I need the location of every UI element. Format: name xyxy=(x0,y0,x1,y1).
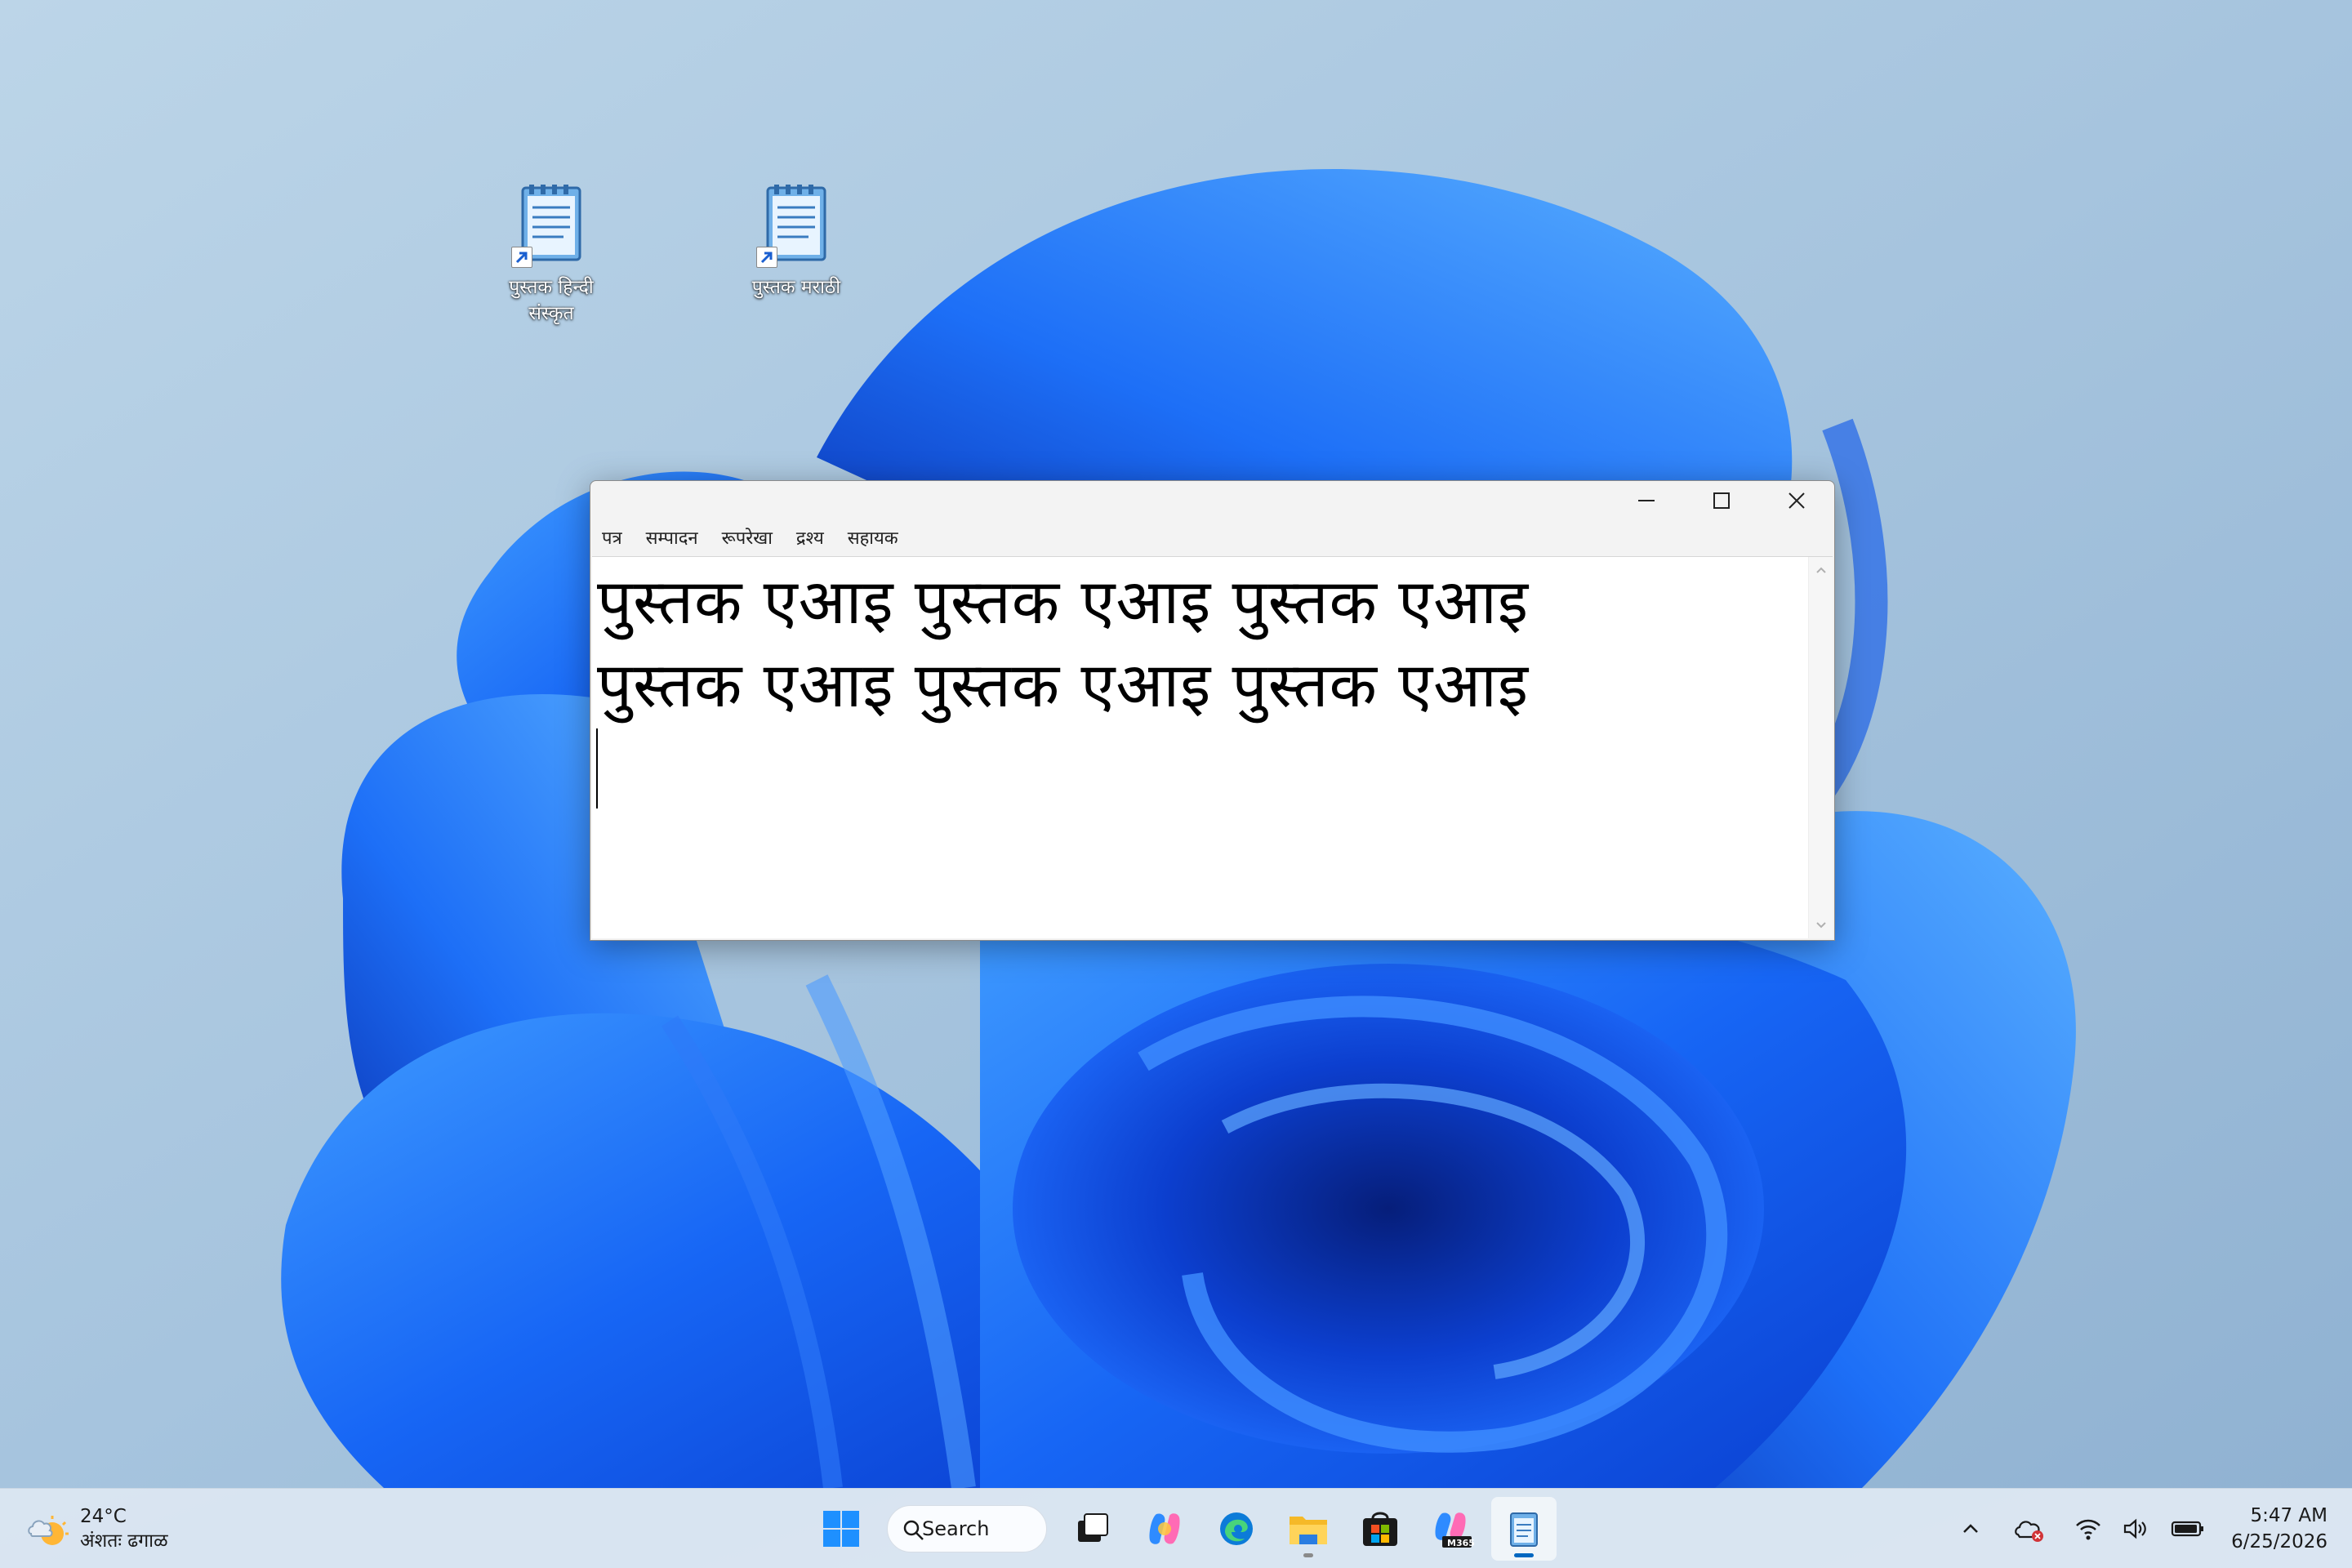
m365-badge: M365 xyxy=(1447,1538,1475,1548)
search-icon xyxy=(903,1520,924,1540)
close-button[interactable] xyxy=(1759,481,1834,520)
network-status[interactable] xyxy=(2068,1508,2109,1549)
task-view-icon xyxy=(1078,1513,1108,1542)
m365-button[interactable]: M365 xyxy=(1419,1497,1485,1561)
notepad-taskbar-button[interactable] xyxy=(1491,1497,1557,1561)
shortcut-arrow-icon xyxy=(511,247,532,268)
volume-icon xyxy=(2123,1518,2146,1539)
clock[interactable]: 5:47 AM 6/25/2026 xyxy=(2231,1503,2328,1555)
desktop-icon-label-line2: संस्कृत xyxy=(528,303,574,324)
start-icon xyxy=(823,1511,859,1547)
scroll-up-icon[interactable] xyxy=(1809,560,1833,580)
menu-bar: पत्र सम्पादन रूपरेखा द्रश्य सहायक xyxy=(590,523,1834,551)
file-explorer-button[interactable] xyxy=(1276,1497,1341,1561)
search-label: Search xyxy=(922,1517,990,1540)
title-bar[interactable] xyxy=(590,481,1834,520)
desktop-icon-label-line1: पुस्तक मराठी xyxy=(751,277,841,298)
editor-line-1: पुस्तक एआइ पुस्तक एआइ पुस्तक एआइ xyxy=(597,565,1530,638)
clock-time: 5:47 AM xyxy=(2250,1505,2328,1526)
battery-icon xyxy=(2171,1521,2204,1537)
store-button[interactable] xyxy=(1348,1497,1413,1561)
desktop-icon-label-line1: पुस्तक हिन्दी xyxy=(509,277,594,298)
desktop-icon-marathi[interactable]: पुस्तक मराठी xyxy=(719,181,874,301)
taskbar: 24°C अंशतः ढगाळ Search M365 5:47 AM 6/25… xyxy=(0,1488,2352,1568)
menu-format[interactable]: रूपरेखा xyxy=(722,523,773,551)
weather-widget[interactable]: 24°C अंशतः ढगाळ xyxy=(24,1500,168,1557)
taskbar-apps: Search M365 xyxy=(808,1497,1563,1561)
minimize-icon xyxy=(1638,500,1655,501)
running-indicator xyxy=(1303,1553,1313,1557)
maximize-button[interactable] xyxy=(1684,481,1759,520)
chevron-up-icon xyxy=(1963,1524,1978,1533)
notepad-icon xyxy=(1510,1512,1538,1547)
start-button[interactable] xyxy=(808,1497,874,1561)
shortcut-arrow-icon xyxy=(756,247,777,268)
taskbar-search[interactable]: Search xyxy=(887,1505,1047,1552)
notepad-window: पत्र सम्पादन रूपरेखा द्रश्य सहायक पुस्तक… xyxy=(590,480,1835,941)
volume-control[interactable] xyxy=(2115,1508,2156,1549)
running-indicator xyxy=(1514,1553,1534,1557)
menu-edit[interactable]: सम्पादन xyxy=(646,523,698,551)
desktop-icon-hindi-sanskrit[interactable]: पुस्तक हिन्दी संस्कृत xyxy=(474,181,629,327)
menu-file[interactable]: पत्र xyxy=(602,523,622,551)
vertical-scrollbar[interactable] xyxy=(1808,557,1833,938)
edge-button[interactable] xyxy=(1204,1497,1269,1561)
file-explorer-icon xyxy=(1290,1517,1327,1544)
notepad-shortcut-icon xyxy=(751,181,841,271)
system-tray: 5:47 AM 6/25/2026 xyxy=(1944,1497,2328,1561)
onedrive-status[interactable] xyxy=(2009,1508,2050,1549)
weather-temp: 24°C xyxy=(80,1506,127,1527)
weather-condition: अंशतः ढगाळ xyxy=(80,1530,168,1552)
onedrive-error-icon xyxy=(2015,1521,2044,1542)
close-icon xyxy=(1788,492,1805,509)
partly-cloudy-icon xyxy=(28,1516,69,1545)
scroll-down-icon[interactable] xyxy=(1809,915,1833,935)
menu-view[interactable]: द्रश्य xyxy=(796,523,824,551)
copilot-button[interactable] xyxy=(1132,1497,1197,1561)
edge-icon xyxy=(1220,1512,1253,1545)
notepad-shortcut-icon xyxy=(506,181,596,271)
copilot-icon xyxy=(1149,1513,1180,1544)
show-hidden-icons-button[interactable] xyxy=(1950,1508,1991,1549)
text-editor[interactable]: पुस्तक एआइ पुस्तक एआइ पुस्तक एआइ पुस्तक ए… xyxy=(592,556,1833,938)
minimize-button[interactable] xyxy=(1609,481,1684,520)
editor-text[interactable]: पुस्तक एआइ पुस्तक एआइ पुस्तक एआइ पुस्तक ए… xyxy=(597,560,1805,938)
editor-line-2: पुस्तक एआइ पुस्तक एआइ पुस्तक एआइ xyxy=(597,648,1530,721)
menu-help[interactable]: सहायक xyxy=(848,523,898,551)
wifi-icon xyxy=(2076,1519,2100,1540)
maximize-icon xyxy=(1713,492,1730,509)
clock-date: 6/25/2026 xyxy=(2231,1531,2328,1552)
text-caret xyxy=(596,728,598,808)
battery-status[interactable] xyxy=(2167,1508,2208,1549)
store-icon xyxy=(1363,1512,1397,1546)
task-view-button[interactable] xyxy=(1060,1497,1125,1561)
